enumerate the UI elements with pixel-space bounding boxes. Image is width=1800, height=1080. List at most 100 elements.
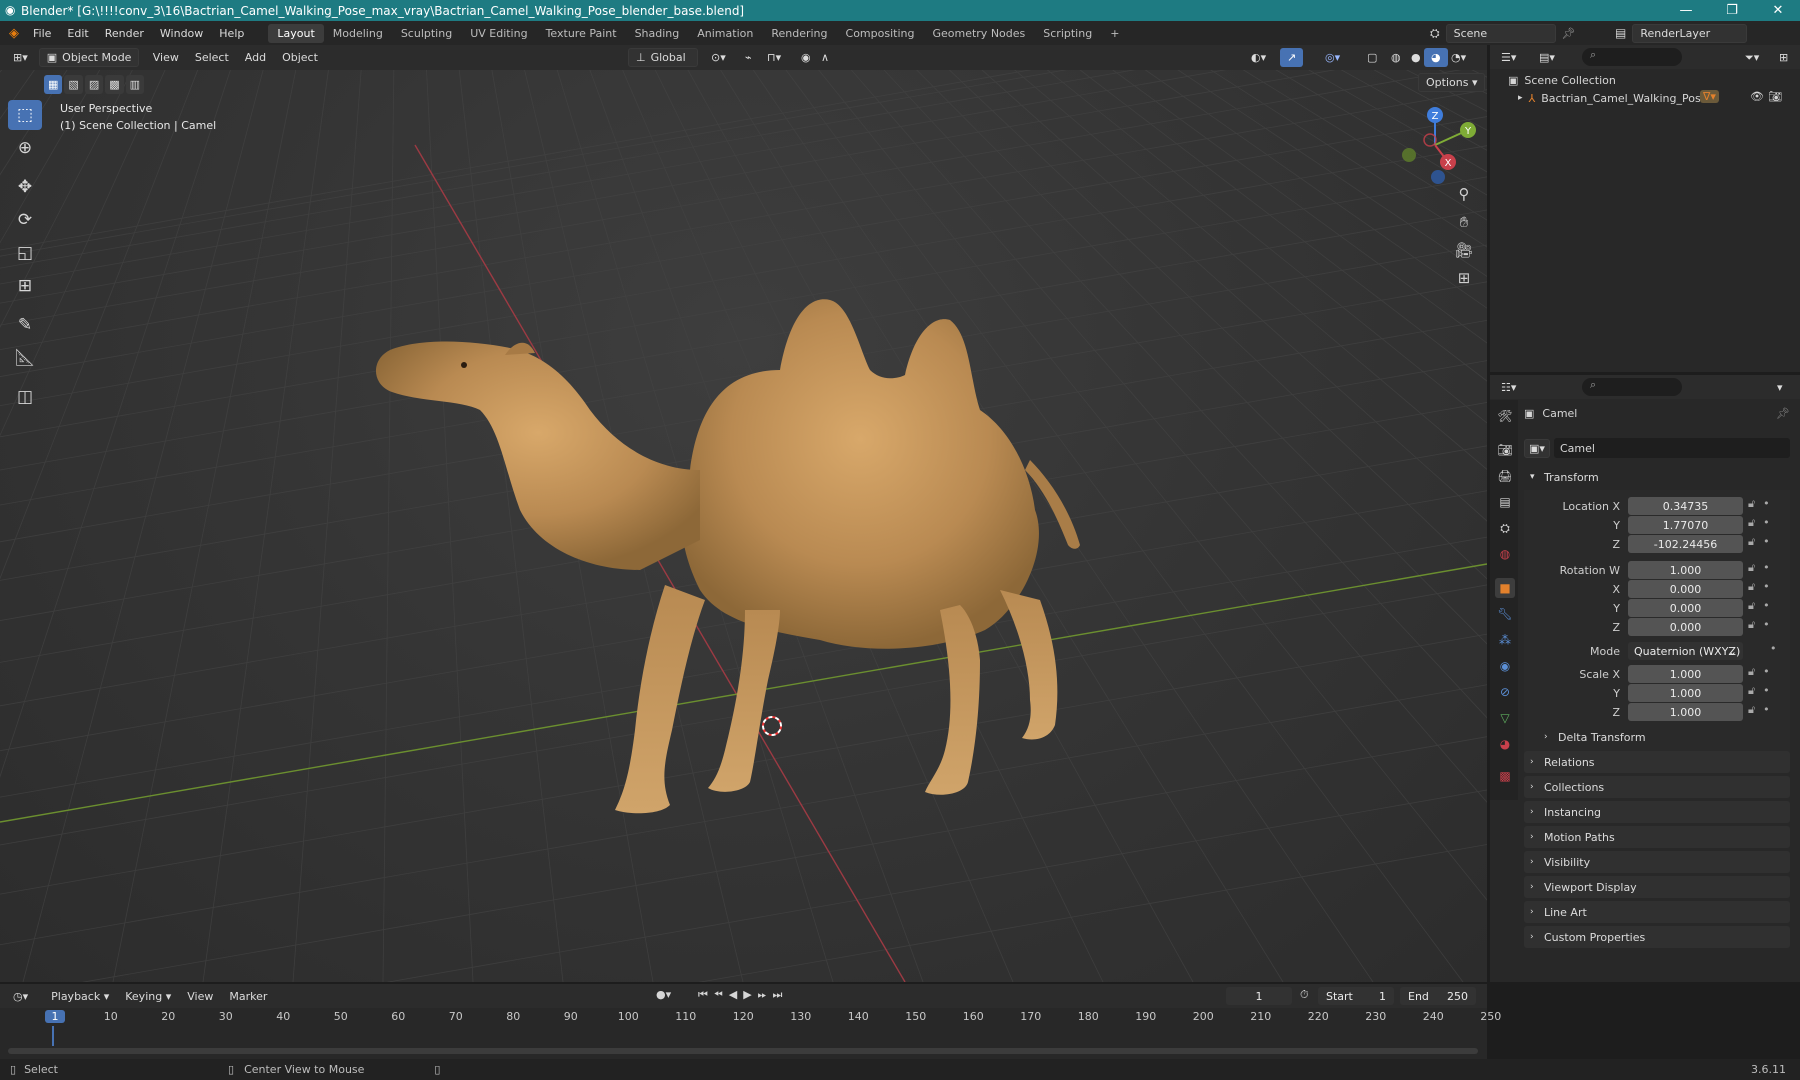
menu-help[interactable]: Help [211,27,252,40]
zoom-icon[interactable]: ⚲ [1450,180,1478,208]
timeline-view-menu[interactable]: View [179,990,221,1003]
tab-uv-editing[interactable]: UV Editing [461,24,536,43]
lock-icon[interactable]: 🔓︎ • [1748,618,1788,642]
pivot-point-icon[interactable]: ⊙▾ [704,48,733,67]
scene-selector[interactable]: Scene [1445,23,1556,43]
rotate-tool-icon[interactable]: ⟳ [8,205,42,235]
play-icon[interactable]: ▶ [743,988,757,1001]
keyframe-dot-icon[interactable]: • [1748,642,1788,665]
outliner-item[interactable]: ▸ ⅄ Bactrian_Camel_Walking_Pose ∇▾ 👁︎ 📷︎ [1518,89,1796,107]
neg-z-axis-icon[interactable] [1431,170,1445,184]
properties-editor-icon[interactable]: ☷▾ [1494,378,1523,397]
constraint-icon[interactable]: ∇▾ [1700,90,1719,103]
play-reverse-icon[interactable]: ◀ [729,988,743,1001]
motion-paths-panel[interactable]: › Motion Paths [1524,826,1790,848]
transform-panel-header[interactable]: ▾ Transform [1524,466,1790,488]
playback-menu[interactable]: Playback ▾ [43,990,117,1003]
material-tab-icon[interactable]: ◕ [1495,734,1515,754]
next-keyframe-icon[interactable]: ⏩︎ [758,988,773,1001]
rotation-z-field[interactable]: 0.000 [1628,618,1743,636]
view-layer-icon[interactable]: ▤ [1615,26,1626,40]
lock-icon[interactable]: 🔓︎ • [1748,665,1788,684]
navigation-gizmo[interactable]: Z Y X [1390,100,1480,190]
delta-transform-header[interactable]: › Delta Transform [1538,726,1784,748]
ortho-toggle-icon[interactable]: ⊞ [1450,264,1478,292]
menu-edit[interactable]: Edit [59,27,96,40]
custom-properties-panel[interactable]: › Custom Properties [1524,926,1790,948]
view-layer-selector[interactable]: RenderLayer [1632,23,1748,43]
tab-texture-paint[interactable]: Texture Paint [537,24,626,43]
lock-icon[interactable]: 🔓︎ • [1748,561,1788,580]
neg-y-axis-icon[interactable] [1402,148,1416,162]
jump-end-icon[interactable]: ⏭ [772,988,788,1001]
new-collection-icon[interactable]: ⊞ [1772,48,1795,67]
lock-icon[interactable]: 🔓︎ • [1748,684,1788,703]
viewport-display-panel[interactable]: › Viewport Display [1524,876,1790,898]
select-box-icon[interactable]: ⬚ [8,100,42,130]
rotation-w-field[interactable]: 1.000 [1628,561,1743,579]
world-tab-icon[interactable]: ◍ [1495,544,1515,564]
menu-object[interactable]: Object [274,51,326,64]
menu-select[interactable]: Select [187,51,237,64]
expand-arrow-icon[interactable]: ▸ [1518,93,1523,103]
orientation-selector[interactable]: ⊥ Global [628,48,698,67]
gizmo-toggle-icon[interactable]: ↗ [1280,48,1304,67]
lock-icon[interactable]: 🔓︎ • [1748,580,1788,599]
render-tab-icon[interactable]: 📷︎ [1495,440,1515,460]
tab-layout[interactable]: Layout [268,23,324,43]
timeline-editor-icon[interactable]: ◷▾ [6,987,35,1006]
snap-target-icon[interactable]: ⊓▾ [760,48,788,67]
snap-icon[interactable]: ⌁ [738,48,759,67]
lock-icon[interactable]: 🔓︎ • [1748,599,1788,618]
outliner-search-input[interactable]: ⌕ [1582,48,1682,66]
select-subtract-icon[interactable]: ▨ [84,75,104,94]
constraints-tab-icon[interactable]: ⊘ [1495,682,1515,702]
camel-model[interactable] [375,299,1080,814]
location-y-field[interactable]: 1.77070 [1628,516,1743,534]
scene-icon[interactable]: ⛭ [1430,26,1440,41]
collections-panel[interactable]: › Collections [1524,776,1790,798]
end-frame-field[interactable]: End 250 [1400,987,1476,1005]
timeline-scrollbar[interactable] [8,1048,1478,1054]
eye-icon[interactable]: 👁︎ [1750,90,1764,103]
add-workspace-button[interactable]: + [1101,24,1128,43]
tab-scripting[interactable]: Scripting [1034,24,1101,43]
close-icon[interactable]: ✕ [1756,0,1800,21]
tool-tab-icon[interactable]: 🛠︎ [1495,406,1515,426]
visibility-panel[interactable]: › Visibility [1524,851,1790,873]
instancing-panel[interactable]: › Instancing [1524,801,1790,823]
lock-icon[interactable]: 🔓︎ • [1748,703,1788,722]
pan-hand-icon[interactable]: ✋︎ [1450,208,1478,236]
3d-cursor[interactable] [762,716,782,736]
select-extend-icon[interactable]: ▧ [64,75,83,94]
options-button[interactable]: Options ▾ [1418,73,1486,92]
timer-icon[interactable]: ⏱ [1300,988,1309,1002]
object-data-selector[interactable]: ▣▾ [1524,438,1550,458]
select-invert-icon[interactable]: ▩ [105,75,124,94]
pin-icon[interactable]: 📌︎ [1776,407,1790,420]
annotate-tool-icon[interactable]: ✎ [8,310,42,340]
rotation-y-field[interactable]: 0.000 [1628,599,1743,617]
rotation-mode-dropdown[interactable]: Quaternion (WXYZ) ⌄ [1628,642,1743,660]
display-mode-icon[interactable]: ▤▾ [1532,48,1562,67]
lock-icon[interactable]: 🔓︎ • [1748,535,1788,561]
tab-modeling[interactable]: Modeling [324,24,392,43]
scale-tool-icon[interactable]: ◱ [8,238,42,268]
relations-panel[interactable]: › Relations [1524,751,1790,773]
cursor-tool-icon[interactable]: ⊕ [8,133,42,163]
visibility-filter-icon[interactable]: ◐▾ [1244,48,1273,67]
maximize-icon[interactable]: ❐ [1710,0,1754,21]
transform-tool-icon[interactable]: ⊞ [8,271,42,301]
scale-y-field[interactable]: 1.000 [1628,684,1743,702]
menu-window[interactable]: Window [152,27,211,40]
menu-file[interactable]: File [25,27,59,40]
view-layer-tab-icon[interactable]: ▤ [1495,492,1515,512]
frame-ruler[interactable]: 1 10 20 30 40 50 60 70 80 90 100 110 120 130 140 150 160… [0,1008,1501,1026]
rendered-shading-icon[interactable]: ◔▾ [1444,48,1473,67]
camera-render-icon[interactable]: 📷︎ [1768,90,1782,103]
select-new-icon[interactable]: ▦ [44,75,63,94]
outliner-editor-icon[interactable]: ☰▾ [1494,48,1523,67]
keying-menu[interactable]: Keying ▾ [117,990,179,1003]
select-intersect-icon[interactable]: ▥ [125,75,145,94]
minimize-icon[interactable]: — [1664,0,1708,21]
